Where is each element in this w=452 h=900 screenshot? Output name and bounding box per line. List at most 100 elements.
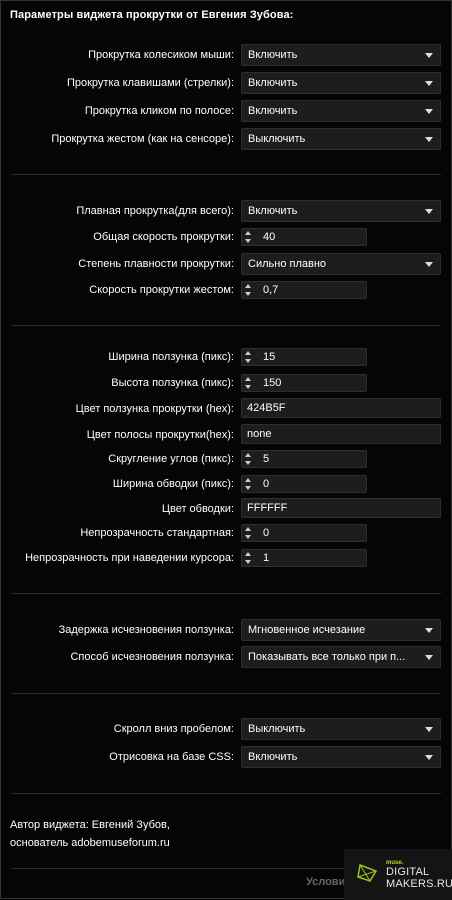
keys-select[interactable]: Включить: [241, 72, 441, 94]
thumb-height-stepper[interactable]: 150: [241, 374, 367, 392]
arrow-up-icon[interactable]: [245, 284, 251, 288]
gesture-speed-stepper[interactable]: 0,7: [241, 281, 367, 299]
radius-value: 5: [263, 453, 270, 465]
smoothness-label: Степень плавности прокрутки:: [78, 258, 234, 270]
css-render-label: Отрисовка на базе CSS:: [109, 751, 234, 763]
row-opacity: Непрозрачность стандартная: 0: [1, 522, 451, 544]
border-width-value: 0: [263, 478, 270, 490]
thumb-width-label: Ширина ползунка (пикс):: [108, 351, 234, 363]
row-opacity-hover: Непрозрачность при наведении курсора: 1: [1, 547, 451, 569]
thumb-width-value: 15: [263, 351, 276, 363]
stepper-arrows[interactable]: [245, 478, 253, 491]
row-gesture-speed: Скорость прокрутки жестом: 0,7: [1, 279, 451, 301]
arrow-up-icon[interactable]: [245, 527, 251, 531]
opacity-stepper[interactable]: 0: [241, 524, 367, 542]
arrow-down-icon[interactable]: [245, 292, 251, 296]
smoothness-select[interactable]: Сильно плавно: [241, 253, 441, 275]
stepper-arrows[interactable]: [245, 527, 253, 540]
arrow-down-icon[interactable]: [245, 535, 251, 539]
hide-mode-select[interactable]: Показывать все только при п...: [241, 646, 441, 668]
arrow-up-icon[interactable]: [245, 351, 251, 355]
brand-logo[interactable]: muse. DIGITAL MAKERS.RU: [344, 849, 452, 900]
row-thumb-width: Ширина ползунка (пикс): 15: [1, 346, 451, 368]
arrow-up-icon[interactable]: [245, 231, 251, 235]
border-width-stepper[interactable]: 0: [241, 475, 367, 493]
thumb-height-label: Высота ползунка (пикс):: [111, 377, 234, 389]
brand-line-2: MAKERS.RU: [386, 878, 452, 890]
speed-value: 40: [263, 231, 276, 243]
row-keys: Прокрутка клавишами (стрелки): Включить: [1, 72, 451, 94]
css-render-select-value: Включить: [248, 751, 298, 763]
row-border-color: Цвет обводки: FFFFFF: [1, 498, 451, 520]
thumb-color-input[interactable]: 424B5F: [241, 398, 441, 418]
divider: [11, 793, 441, 794]
stepper-arrows[interactable]: [245, 377, 253, 390]
bar-click-select-value: Включить: [248, 105, 298, 117]
thumb-width-stepper[interactable]: 15: [241, 348, 367, 366]
speed-stepper[interactable]: 40: [241, 228, 367, 246]
opacity-hover-value: 1: [263, 552, 270, 564]
row-hide-mode: Способ исчезновения ползунка: Показывать…: [1, 646, 451, 668]
row-speed: Общая скорость прокрутки: 40: [1, 226, 451, 248]
row-smoothness: Степень плавности прокрутки: Сильно плав…: [1, 253, 451, 275]
stepper-arrows[interactable]: [245, 284, 253, 297]
row-smooth: Плавная прокрутка(для всего): Включить: [1, 200, 451, 222]
hide-delay-select[interactable]: Мгновенное исчезание: [241, 619, 441, 641]
smoothness-select-value: Сильно плавно: [248, 258, 327, 270]
gesture-speed-label: Скорость прокрутки жестом:: [89, 284, 234, 296]
space-scroll-label: Скролл вниз пробелом:: [113, 723, 234, 735]
stepper-arrows[interactable]: [245, 231, 253, 244]
opacity-value: 0: [263, 527, 270, 539]
arrow-down-icon[interactable]: [245, 486, 251, 490]
speed-label: Общая скорость прокрутки:: [93, 231, 234, 243]
arrow-up-icon[interactable]: [245, 552, 251, 556]
border-color-input[interactable]: FFFFFF: [241, 498, 441, 518]
row-wheel: Прокрутка колесиком мыши: Включить: [1, 44, 451, 66]
arrow-down-icon[interactable]: [245, 359, 251, 363]
smooth-label: Плавная прокрутка(для всего):: [76, 205, 234, 217]
wheel-select-value: Включить: [248, 49, 298, 61]
track-color-label: Цвет полосы прокрутки(hex):: [86, 429, 234, 441]
gesture-label: Прокрутка жестом (как на сенсоре):: [51, 133, 234, 145]
row-radius: Скругление углов (пикс): 5: [1, 448, 451, 470]
stepper-arrows[interactable]: [245, 351, 253, 364]
radius-stepper[interactable]: 5: [241, 450, 367, 468]
chevron-down-icon: [425, 81, 433, 86]
smooth-select[interactable]: Включить: [241, 200, 441, 222]
arrow-down-icon[interactable]: [245, 239, 251, 243]
smooth-select-value: Включить: [248, 205, 298, 217]
chevron-down-icon: [425, 655, 433, 660]
thumb-color-label: Цвет ползунка прокрутки (hex):: [75, 403, 234, 415]
row-border-width: Ширина обводки (пикс): 0: [1, 473, 451, 495]
hide-delay-label: Задержка исчезновения ползунка:: [58, 624, 234, 636]
arrow-up-icon[interactable]: [245, 377, 251, 381]
hide-mode-label: Способ исчезновения ползунка:: [70, 651, 234, 663]
arrow-down-icon[interactable]: [245, 560, 251, 564]
opacity-hover-stepper[interactable]: 1: [241, 549, 367, 567]
divider: [11, 325, 441, 326]
conditions-link[interactable]: Услови: [306, 876, 345, 888]
stepper-arrows[interactable]: [245, 453, 253, 466]
gesture-select[interactable]: Выключить: [241, 128, 441, 150]
border-width-label: Ширина обводки (пикс):: [112, 478, 234, 490]
brand-line-1: DIGITAL: [386, 866, 430, 878]
thumb-height-value: 150: [263, 377, 282, 389]
keys-label: Прокрутка клавишами (стрелки):: [66, 77, 234, 89]
wheel-select[interactable]: Включить: [241, 44, 441, 66]
arrow-down-icon[interactable]: [245, 385, 251, 389]
brand-name: DIGITAL MAKERS.RU: [386, 866, 452, 890]
bar-click-label: Прокрутка кликом по полосе:: [84, 105, 234, 117]
author-line-1: Автор виджета: Евгений Зубов,: [10, 819, 170, 831]
bar-click-select[interactable]: Включить: [241, 100, 441, 122]
chevron-down-icon: [425, 262, 433, 267]
row-gesture: Прокрутка жестом (как на сенсоре): Выклю…: [1, 128, 451, 150]
chevron-down-icon: [425, 628, 433, 633]
arrow-down-icon[interactable]: [245, 461, 251, 465]
stepper-arrows[interactable]: [245, 552, 253, 565]
css-render-select[interactable]: Включить: [241, 746, 441, 768]
arrow-up-icon[interactable]: [245, 478, 251, 482]
radius-label: Скругление углов (пикс):: [108, 453, 234, 465]
arrow-up-icon[interactable]: [245, 453, 251, 457]
track-color-input[interactable]: none: [241, 424, 441, 444]
space-scroll-select[interactable]: Выключить: [241, 718, 441, 740]
